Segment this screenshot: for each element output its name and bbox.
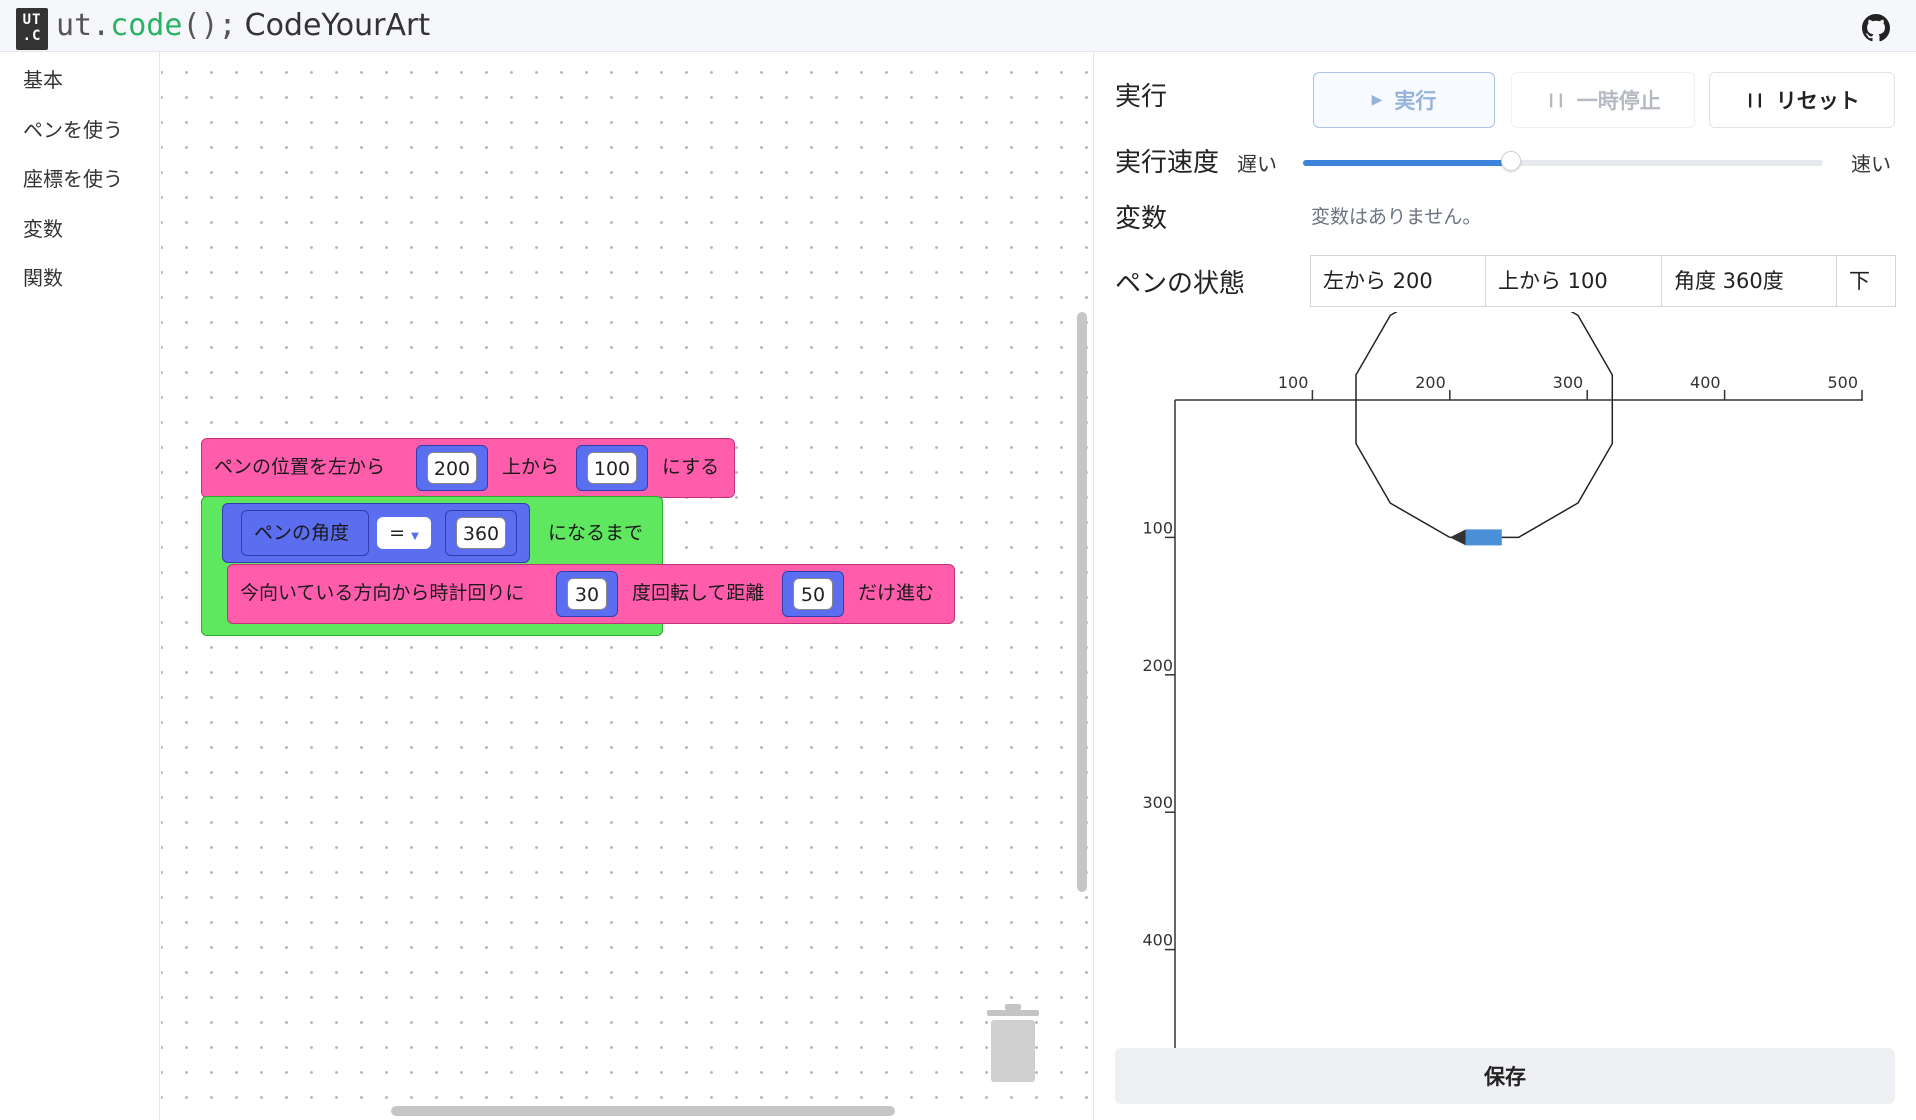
pause-icon: ❙❙ [1545,92,1567,108]
x-tick-label: 300 [1553,373,1584,392]
workspace-vertical-scrollbar[interactable] [1077,312,1087,892]
pause-button[interactable]: ❙❙ 一時停止 [1511,72,1695,128]
pause-button-label: 一時停止 [1576,89,1661,113]
set-position-label-1: ペンの位置を左から [214,456,386,478]
canvas-area [1175,400,1863,1090]
x-tick-label: 500 [1827,373,1858,392]
set-position-block[interactable]: ペンの位置を左から 200 上から 100 にする [201,438,735,498]
pen-state-angle: 角度 360度 [1662,256,1837,306]
x-tick-label: 400 [1690,373,1721,392]
pen-state-x: 左から 200 [1311,256,1486,306]
speed-slow-label: 遅い [1237,152,1277,176]
angle-value-input[interactable]: 360 [456,517,506,549]
speed-fast-label: 速い [1851,152,1891,176]
turn-move-label-1: 今向いている方向から時計回りに [240,582,525,604]
no-variables-text: 変数はありません。 [1311,206,1482,228]
trash-icon[interactable] [983,1002,1043,1086]
x-tick-label: 100 [1278,373,1309,392]
repeat-until-suffix: になるまで [548,522,644,544]
github-icon[interactable] [1862,14,1890,42]
drawing-canvas-svg: 100200300400500100200300400500 [1142,280,1863,1090]
set-position-label-3: にする [662,456,720,478]
play-icon: ▶ [1371,92,1383,108]
angle-value-slot: 360 [445,510,517,556]
category-variables[interactable]: 変数 [23,215,63,243]
save-button[interactable]: 保存 [1115,1048,1895,1104]
y-tick-label: 200 [1142,656,1173,675]
y-tick-label: 100 [1142,518,1173,537]
chevron-down-icon: ▼ [411,531,419,542]
pen-state-y: 上から 100 [1486,256,1662,306]
pen-state-down: 下 [1849,269,1870,293]
speed-slider-thumb[interactable] [1501,151,1521,171]
turn-move-label-3: だけ進む [858,582,935,604]
run-button-label: 実行 [1394,89,1437,113]
category-functions[interactable]: 関数 [23,264,63,292]
app-name: CodeYourArt [244,8,431,43]
distance-input[interactable]: 50 [793,578,833,610]
pen-body-icon [1465,529,1502,546]
category-pen[interactable]: ペンを使う [23,116,123,144]
distance-slot: 50 [782,571,844,617]
control-panel: 実行 ▶ 実行 ❙❙ 一時停止 ❙❙ リセット 実行速度 遅い 速い 変数 変数… [1095,52,1916,1120]
turn-move-block[interactable]: 今向いている方向から時計回りに 30 度回転して距離 50 だけ進む [227,564,955,624]
degrees-input[interactable]: 30 [567,578,607,610]
brand-accent: code [110,8,183,43]
run-section-label: 実行 [1115,82,1168,112]
pen-angle-label: ペンの角度 [254,522,350,544]
speed-slider[interactable] [1303,151,1823,171]
condition-block[interactable]: ペンの角度 = ▼ 360 [222,503,530,563]
category-sidebar: 基本 ペンを使う 座標を使う 変数 関数 [0,52,160,1120]
speed-label: 実行速度 [1115,148,1220,178]
brand-title: ut.code(); CodeYourArt [56,6,430,46]
logo: UT .C [16,8,48,50]
x-tick-label: 200 [1415,373,1446,392]
logo-line-1: UT [22,12,42,28]
brand-suffix: (); [182,8,237,43]
left-value-input[interactable]: 200 [427,452,477,484]
category-coordinates[interactable]: 座標を使う [23,165,123,193]
top-value-slot: 100 [576,445,648,491]
run-button[interactable]: ▶ 実行 [1313,72,1495,128]
y-tick-label: 300 [1142,793,1173,812]
header-bar: UT .C ut.code(); CodeYourArt [0,0,1916,52]
variables-label: 変数 [1115,204,1168,234]
y-tick-label: 400 [1142,931,1173,950]
pen-angle-reporter[interactable]: ペンの角度 [241,510,369,556]
reset-button-label: リセット [1775,89,1860,113]
workspace-horizontal-scrollbar[interactable] [391,1106,895,1116]
pen-state-table: 左から 200 上から 100 角度 360度 下 [1310,255,1896,307]
category-basic[interactable]: 基本 [23,66,63,94]
drawing-canvas: 100200300400500100200300400500 [1095,280,1916,1092]
block-workspace[interactable]: ペンの位置を左から 200 上から 100 にする ペンの角度 = ▼ 360 … [161,52,1094,1120]
reset-button[interactable]: ❙❙ リセット [1709,72,1895,128]
degrees-slot: 30 [556,571,618,617]
set-position-label-2: 上から [502,456,560,478]
left-value-slot: 200 [416,445,488,491]
operator-value: = [389,522,406,544]
logo-line-2: .C [22,28,42,44]
speed-slider-fill [1303,160,1511,166]
app-root: UT .C ut.code(); CodeYourArt 基本 ペンを使う 座標を… [0,0,1916,1120]
brand-prefix: ut. [56,8,111,43]
pen-state-label: ペンの状態 [1115,269,1246,299]
reset-icon: ❙❙ [1744,92,1766,108]
turn-move-label-2: 度回転して距離 [632,582,765,604]
top-value-input[interactable]: 100 [587,452,637,484]
operator-dropdown[interactable]: = ▼ [377,517,431,549]
